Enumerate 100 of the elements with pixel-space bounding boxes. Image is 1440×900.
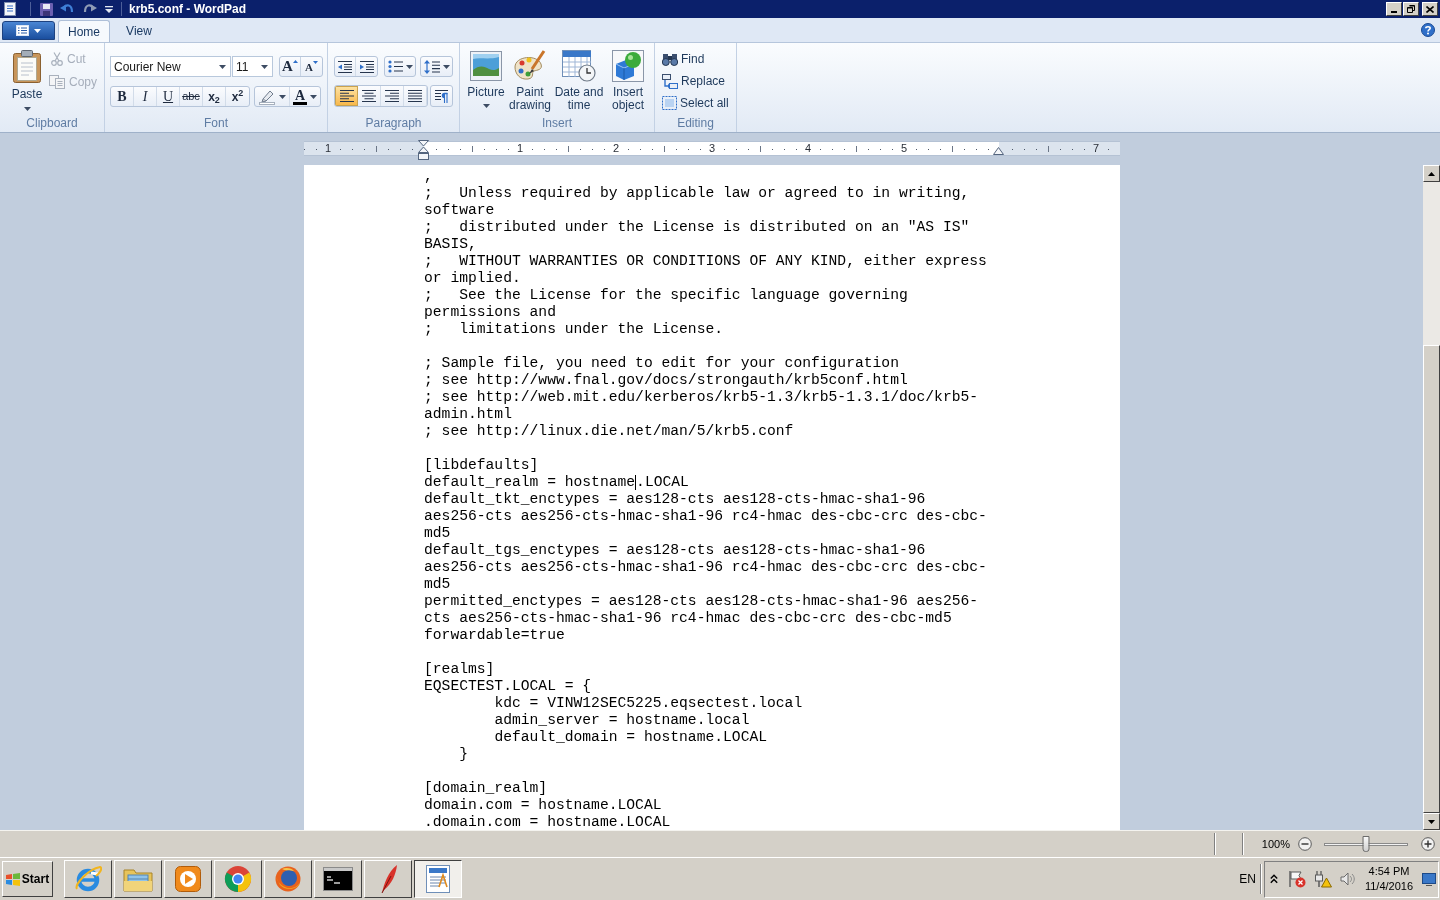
play-icon: [175, 866, 201, 892]
font-color-button[interactable]: A: [290, 87, 320, 106]
ruler-number: 4: [804, 142, 812, 155]
ruler-number: 1: [516, 142, 524, 155]
increase-indent-icon: [358, 59, 375, 74]
speaker-icon[interactable]: [1340, 871, 1356, 887]
right-indent-marker-icon[interactable]: [993, 147, 1004, 155]
align-left-icon: [338, 89, 355, 103]
text-line: [realms]: [424, 661, 495, 678]
picture-icon: [470, 51, 502, 81]
caret-icon: [292, 60, 298, 63]
strikethrough-button[interactable]: abc: [180, 87, 203, 106]
chevron-up-icon[interactable]: [1270, 874, 1278, 884]
restore-button[interactable]: [1403, 2, 1419, 16]
close-button[interactable]: [1422, 2, 1438, 16]
text-line: domain.com = hostname.LOCAL: [424, 797, 662, 814]
ruler-number: 1: [324, 142, 332, 155]
select-all-icon: [662, 96, 677, 110]
paste-button[interactable]: Paste: [7, 48, 47, 116]
alignment-button[interactable]: [335, 86, 358, 106]
scrollbar-thumb[interactable]: [1423, 345, 1440, 813]
taskbar-button[interactable]: [414, 860, 462, 898]
ribbon-tab[interactable]: Home: [58, 20, 110, 42]
clipboard-icon: [12, 50, 42, 83]
text-line: ; distributed under the License is distributed on an "AS IS": [424, 219, 970, 236]
grow-font-button[interactable]: A: [280, 57, 301, 76]
show-desktop-icon[interactable]: [1422, 872, 1436, 886]
folder-icon: [123, 866, 153, 892]
caret-icon: [405, 64, 413, 69]
group-label: Clipboard: [26, 116, 78, 132]
group-label: Paragraph: [365, 116, 422, 132]
replace-button[interactable]: Replace: [662, 73, 729, 89]
caret-icon: [219, 64, 226, 69]
paint-drawing-button[interactable]: Paint drawing: [507, 49, 553, 112]
app-menu-button[interactable]: [2, 21, 55, 40]
scroll-up-button[interactable]: [1423, 165, 1440, 182]
minimize-icon: [1391, 11, 1397, 13]
text-line: ; limitations under the License.: [424, 321, 724, 338]
plug-warning-icon[interactable]: [1314, 870, 1332, 888]
minimize-button[interactable]: [1386, 2, 1402, 16]
text-line: default_domain = hostname.LOCAL: [494, 729, 768, 746]
replace-icon: [662, 73, 678, 89]
decrease-indent-button[interactable]: [335, 57, 356, 76]
text-line: aes256-cts aes256-cts-hmac-sha1-96 rc4-hmac des-cbc-crc des-cbc-: [424, 508, 987, 525]
palette-icon: [513, 50, 547, 82]
font-size-dropdown[interactable]: 11: [232, 56, 273, 77]
paragraph-settings-button[interactable]: [430, 85, 453, 107]
text-line: ; Unless required by applicable law or agreed to in writing,: [424, 185, 970, 202]
flag-error-icon[interactable]: [1288, 870, 1306, 888]
text-line: software: [424, 202, 495, 219]
caret-icon: [310, 94, 317, 99]
insert-object-button[interactable]: Insert object: [605, 49, 651, 112]
bullet-list-button[interactable]: [384, 56, 416, 77]
underline-button[interactable]: U: [157, 87, 180, 106]
font-family-dropdown[interactable]: Courier New: [110, 56, 231, 77]
copy-icon: [49, 75, 65, 89]
text-line: ; See the License for the specific language governing: [424, 287, 908, 304]
justify-icon: [407, 89, 423, 103]
binoculars-icon: [662, 52, 678, 66]
zoom-out-icon[interactable]: [1298, 837, 1312, 851]
save-icon[interactable]: [40, 2, 53, 16]
slider-thumb[interactable]: [1362, 835, 1370, 852]
undo-icon[interactable]: [60, 3, 74, 15]
close-icon: [1426, 5, 1434, 13]
subscript-button[interactable]: x$_{2}$: [203, 87, 226, 106]
caret-icon[interactable]: [105, 5, 113, 13]
clock-time: 4:54 PM: [1368, 864, 1410, 879]
select-all-button[interactable]: Select all: [662, 95, 729, 111]
text-line: default_tgs_enctypes = aes128-cts aes128-cts-hmac-sha1-96: [424, 542, 926, 559]
picture-button[interactable]: Picture: [465, 49, 507, 108]
text-line: BASIS,: [424, 236, 477, 253]
line-spacing-button[interactable]: [420, 56, 453, 77]
redo-icon[interactable]: [83, 3, 97, 15]
caret-icon: [312, 61, 318, 64]
zoom-in-icon[interactable]: [1421, 837, 1435, 851]
paragraph-settings-icon: [434, 89, 449, 103]
shrink-font-button[interactable]: A: [301, 57, 322, 76]
text-line: md5: [424, 576, 451, 593]
down-arrow-icon: [1428, 819, 1435, 824]
help-icon[interactable]: [1421, 23, 1435, 37]
group-label: Editing: [677, 116, 714, 132]
decrease-indent-icon: [337, 59, 353, 74]
italic-button[interactable]: I: [134, 87, 157, 106]
language-indicator[interactable]: EN: [1239, 870, 1256, 888]
text-line: EQSECTEST.LOCAL = {: [424, 678, 592, 695]
document-icon: [16, 25, 29, 36]
indent-marker-icon[interactable]: [418, 140, 429, 160]
clock-date: 11/4/2016: [1364, 879, 1414, 894]
scroll-down-button[interactable]: [1423, 813, 1440, 830]
find-button[interactable]: Find: [662, 51, 729, 67]
text-line: default_tkt_enctypes = aes128-cts aes128-cts-hmac-sha1-96: [424, 491, 926, 508]
start-button[interactable]: Start: [2, 861, 53, 897]
date-time-button[interactable]: Date and time: [553, 49, 605, 112]
superscript-button[interactable]: x$^{2}$: [226, 87, 249, 106]
text-line: admin_server = hostname.local: [494, 712, 750, 729]
document-icon: [4, 2, 16, 16]
text-line: ; see http://web.mit.edu/kerberos/krb5-1.3/krb5-1.3.1/doc/krb5-: [424, 389, 979, 406]
bold-button[interactable]: B: [111, 87, 134, 106]
zoom-level: 100%: [1261, 836, 1290, 852]
ribbon-tab[interactable]: View: [113, 20, 165, 42]
